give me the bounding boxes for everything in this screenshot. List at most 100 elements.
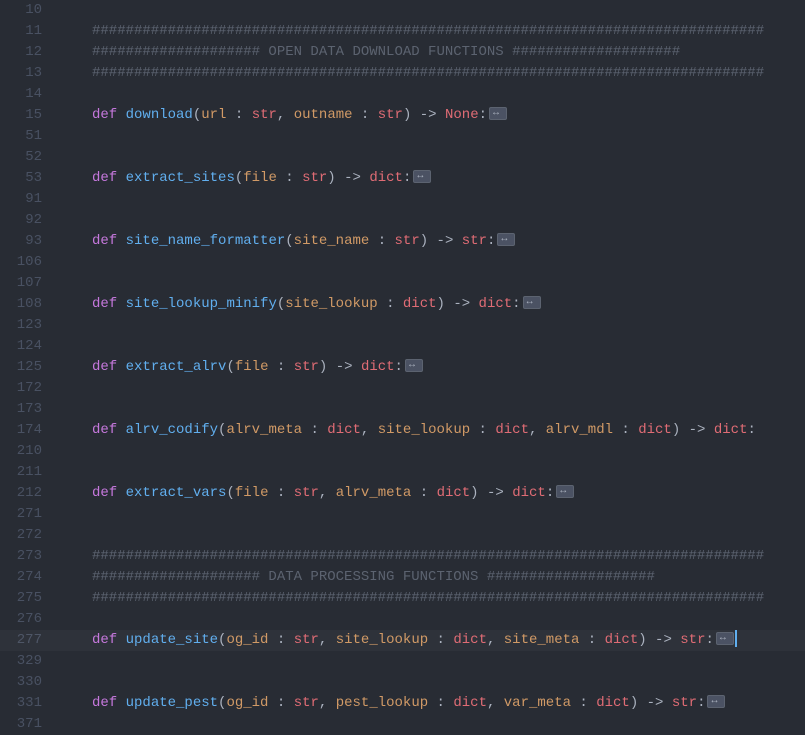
fold-icon[interactable] [497, 233, 515, 246]
token-ty: dict [714, 422, 748, 438]
token-fn: download [126, 107, 193, 123]
code-line[interactable] [60, 399, 805, 420]
token-kw: def [92, 359, 117, 375]
token-pn [705, 422, 713, 438]
code-line[interactable] [60, 525, 805, 546]
code-line[interactable] [60, 189, 805, 210]
line-number: 211 [0, 462, 42, 483]
code-line[interactable]: def update_pest(og_id : str, pest_lookup… [60, 693, 805, 714]
code-line[interactable]: ########################################… [60, 21, 805, 42]
token-ty: str [294, 359, 319, 375]
code-line[interactable] [60, 336, 805, 357]
code-line[interactable] [60, 210, 805, 231]
token-pn: : [268, 359, 293, 375]
token-pn: : [571, 695, 596, 711]
token-ty: dict [512, 485, 546, 501]
line-number: 13 [0, 63, 42, 84]
token-fn: extract_sites [126, 170, 235, 186]
fold-icon[interactable] [556, 485, 574, 498]
fold-icon[interactable] [405, 359, 423, 372]
code-line[interactable]: ########################################… [60, 588, 805, 609]
token-pr: site_lookup [336, 632, 428, 648]
code-editor[interactable]: 1011121314155152539192931061071081231241… [0, 0, 805, 683]
token-ty: str [302, 170, 327, 186]
code-line[interactable] [60, 0, 805, 21]
code-line[interactable] [60, 252, 805, 273]
token-ty: str [378, 107, 403, 123]
code-line[interactable]: #################### DATA PROCESSING FUN… [60, 567, 805, 588]
token-pr: file [235, 485, 269, 501]
code-line[interactable]: def alrv_codify(alrv_meta : dict, site_l… [60, 420, 805, 441]
token-op: -> [689, 422, 706, 438]
token-pr: outname [294, 107, 353, 123]
token-kw: def [92, 422, 117, 438]
token-pn [453, 233, 461, 249]
code-line[interactable] [60, 378, 805, 399]
token-pn: , [277, 107, 294, 123]
line-number: 173 [0, 399, 42, 420]
token-ty: dict [479, 296, 513, 312]
token-pn [437, 107, 445, 123]
code-line[interactable] [60, 714, 805, 735]
code-line[interactable] [60, 504, 805, 525]
line-number: 92 [0, 210, 42, 231]
code-line[interactable] [60, 84, 805, 105]
code-line[interactable]: ########################################… [60, 63, 805, 84]
fold-icon[interactable] [413, 170, 431, 183]
token-pn [353, 359, 361, 375]
code-line[interactable] [60, 609, 805, 630]
token-pn: ( [226, 485, 234, 501]
token-pr: site_name [294, 233, 370, 249]
fold-icon[interactable] [523, 296, 541, 309]
code-line[interactable] [60, 462, 805, 483]
token-pn [663, 695, 671, 711]
token-pr: url [201, 107, 226, 123]
code-line[interactable] [60, 315, 805, 336]
code-line[interactable]: def site_lookup_minify(site_lookup : dic… [60, 294, 805, 315]
code-line[interactable]: def extract_vars(file : str, alrv_meta :… [60, 483, 805, 504]
token-kw: def [92, 296, 117, 312]
line-number: 108 [0, 294, 42, 315]
code-line[interactable] [60, 147, 805, 168]
token-pn: , [529, 422, 546, 438]
code-line[interactable]: ########################################… [60, 546, 805, 567]
token-pn: : [705, 632, 713, 648]
code-line[interactable] [60, 441, 805, 462]
token-pn: : [226, 107, 251, 123]
token-pn [504, 485, 512, 501]
token-ty: str [294, 485, 319, 501]
token-pn: : [546, 485, 554, 501]
fold-icon[interactable] [707, 695, 725, 708]
code-line[interactable] [60, 273, 805, 294]
token-pn: , [487, 632, 504, 648]
line-number: 107 [0, 273, 42, 294]
token-pn: ( [193, 107, 201, 123]
line-number: 52 [0, 147, 42, 168]
code-line[interactable]: def extract_alrv(file : str) -> dict: [60, 357, 805, 378]
token-pn: ) [470, 485, 487, 501]
line-number: 371 [0, 714, 42, 735]
code-line[interactable]: def download(url : str, outname : str) -… [60, 105, 805, 126]
token-pn: : [353, 107, 378, 123]
line-number: 174 [0, 420, 42, 441]
code-line[interactable] [60, 126, 805, 147]
code-line[interactable] [60, 651, 805, 672]
code-line[interactable]: def extract_sites(file : str) -> dict: [60, 168, 805, 189]
token-kw: def [92, 632, 117, 648]
code-area[interactable]: ########################################… [60, 0, 805, 683]
code-line[interactable]: def update_site(og_id : str, site_lookup… [60, 630, 805, 651]
token-kw: def [92, 233, 117, 249]
token-pr: alrv_meta [336, 485, 412, 501]
token-ty: dict [596, 695, 630, 711]
line-number: 53 [0, 168, 42, 189]
token-pn: , [319, 485, 336, 501]
token-kw: def [92, 695, 117, 711]
fold-icon[interactable] [716, 632, 734, 645]
token-pn: ) [437, 296, 454, 312]
token-pr: site_meta [504, 632, 580, 648]
code-line[interactable]: #################### OPEN DATA DOWNLOAD … [60, 42, 805, 63]
token-pr: site_lookup [285, 296, 377, 312]
code-line[interactable]: def site_name_formatter(site_name : str)… [60, 231, 805, 252]
token-ty: dict [605, 632, 639, 648]
fold-icon[interactable] [489, 107, 507, 120]
